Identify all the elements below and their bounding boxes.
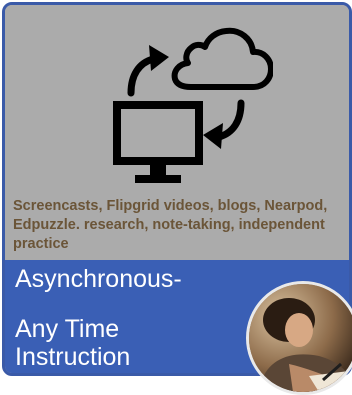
card-title-line-3: Instruction bbox=[15, 343, 131, 371]
card-title-line-1: Asynchronous- bbox=[15, 265, 182, 293]
card-description: Screencasts, Flipgrid videos, blogs, Nea… bbox=[13, 198, 328, 252]
student-writing-photo bbox=[246, 281, 352, 395]
cloud-sync-monitor-icon bbox=[113, 23, 274, 191]
card-upper-panel: Screencasts, Flipgrid videos, blogs, Nea… bbox=[5, 5, 349, 260]
card-title-line-2: Any Time bbox=[15, 315, 120, 343]
